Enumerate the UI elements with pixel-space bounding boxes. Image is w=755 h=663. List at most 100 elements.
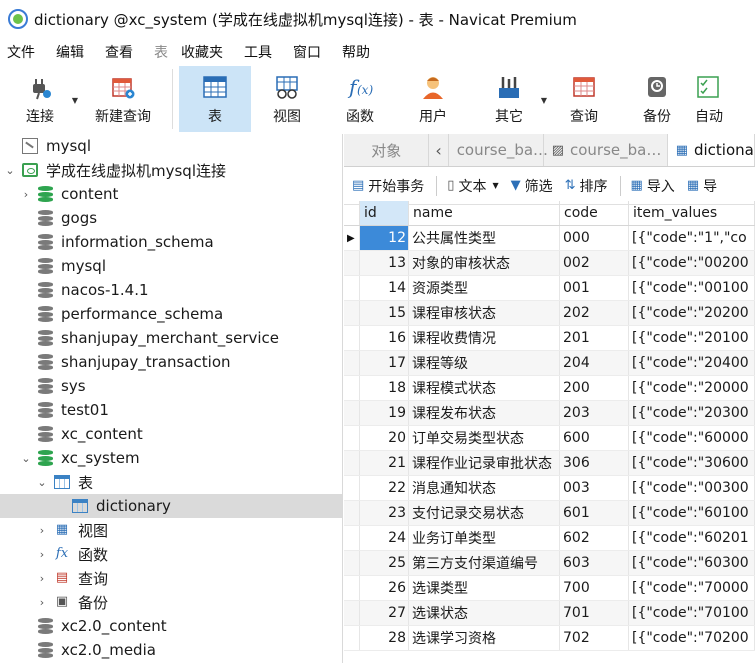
cell-code[interactable]: 202 [560, 301, 629, 325]
cell-id[interactable]: 27 [360, 601, 409, 625]
chevron-right-icon[interactable]: › [36, 548, 48, 561]
cell-name[interactable]: 对象的审核状态 [409, 251, 560, 275]
query-button[interactable]: 查询 [549, 66, 619, 132]
tab-course-base-2[interactable]: ▨ course_ba… [544, 134, 668, 166]
tree-item-database[interactable]: › content [0, 182, 342, 206]
table-row[interactable]: 17 课程等级 204 [{"code":"20400 [344, 351, 755, 376]
cell-name[interactable]: 课程审核状态 [409, 301, 560, 325]
tree-item-table-dictionary[interactable]: dictionary [0, 494, 342, 518]
cell-name[interactable]: 课程收费情况 [409, 326, 560, 350]
cell-id[interactable]: 12 [360, 226, 409, 250]
table-row[interactable]: 14 资源类型 001 [{"code":"00100 [344, 276, 755, 301]
tab-course-base-1[interactable]: course_ba… [449, 134, 548, 166]
cell-item-values[interactable]: [{"code":"60100 [629, 501, 755, 525]
cell-name[interactable]: 课程等级 [409, 351, 560, 375]
cell-id[interactable]: 24 [360, 526, 409, 550]
others-button[interactable]: 其它 ▼ [469, 66, 549, 132]
chevron-right-icon[interactable]: › [36, 572, 48, 585]
cell-name[interactable]: 第三方支付渠道编号 [409, 551, 560, 575]
cell-item-values[interactable]: [{"code":"60300 [629, 551, 755, 575]
cell-code[interactable]: 603 [560, 551, 629, 575]
cell-name[interactable]: 消息通知状态 [409, 476, 560, 500]
cell-name[interactable]: 课程发布状态 [409, 401, 560, 425]
menu-tools[interactable]: 工具 [237, 42, 286, 62]
table-row[interactable]: 26 选课类型 700 [{"code":"70000 [344, 576, 755, 601]
tree-item-views[interactable]: › ▦ 视图 [0, 518, 342, 542]
table-row[interactable]: 23 支付记录交易状态 601 [{"code":"60100 [344, 501, 755, 526]
cell-id[interactable]: 16 [360, 326, 409, 350]
new-query-button[interactable]: 新建查询 [80, 66, 166, 132]
table-row[interactable]: 18 课程模式状态 200 [{"code":"20000 [344, 376, 755, 401]
table-row[interactable]: 22 消息通知状态 003 [{"code":"00300 [344, 476, 755, 501]
cell-id[interactable]: 23 [360, 501, 409, 525]
cell-item-values[interactable]: [{"code":"60000 [629, 426, 755, 450]
cell-item-values[interactable]: [{"code":"60201 [629, 526, 755, 550]
import-button[interactable]: ▦ 导入 [631, 176, 675, 196]
cell-code[interactable]: 700 [560, 576, 629, 600]
chevron-down-icon[interactable]: ⌄ [20, 452, 32, 465]
chevron-right-icon[interactable]: › [36, 596, 48, 609]
cell-id[interactable]: 21 [360, 451, 409, 475]
cell-id[interactable]: 18 [360, 376, 409, 400]
cell-code[interactable]: 601 [560, 501, 629, 525]
chevron-down-icon[interactable]: ▼ [72, 96, 78, 105]
tree-item-database[interactable]: mysql [0, 254, 342, 278]
cell-code[interactable]: 002 [560, 251, 629, 275]
cell-item-values[interactable]: [{"code":"1","co [629, 226, 755, 250]
text-button[interactable]: ▯ 文本 ▼ [447, 176, 498, 196]
filter-button[interactable]: ▼ 筛选 [511, 176, 553, 196]
cell-id[interactable]: 14 [360, 276, 409, 300]
tree-item-database[interactable]: xc2.0_media [0, 638, 342, 662]
cell-name[interactable]: 资源类型 [409, 276, 560, 300]
tree-item-database[interactable]: shanjupay_merchant_service [0, 326, 342, 350]
tree-item-functions[interactable]: › fx 函数 [0, 542, 342, 566]
table-row[interactable]: 21 课程作业记录审批状态 306 [{"code":"30600 [344, 451, 755, 476]
cell-code[interactable]: 600 [560, 426, 629, 450]
cell-code[interactable]: 200 [560, 376, 629, 400]
column-header-code[interactable]: code [560, 201, 629, 225]
chevron-down-icon[interactable]: ▼ [541, 96, 547, 105]
cell-name[interactable]: 选课状态 [409, 601, 560, 625]
tab-dictionary[interactable]: ▦ dictionary [667, 134, 755, 166]
table-row[interactable]: 25 第三方支付渠道编号 603 [{"code":"60300 [344, 551, 755, 576]
column-header-item-values[interactable]: item_values [629, 201, 755, 225]
cell-item-values[interactable]: [{"code":"00300 [629, 476, 755, 500]
tree-item-database[interactable]: information_schema [0, 230, 342, 254]
tree-item-database[interactable]: xc2.0_content [0, 614, 342, 638]
chevron-down-icon[interactable]: ⌄ [4, 164, 16, 177]
table-row[interactable]: 20 订单交易类型状态 600 [{"code":"60000 [344, 426, 755, 451]
cell-item-values[interactable]: [{"code":"20400 [629, 351, 755, 375]
table-row[interactable]: 28 选课学习资格 702 [{"code":"70200 [344, 626, 755, 651]
cell-name[interactable]: 选课类型 [409, 576, 560, 600]
cell-code[interactable]: 602 [560, 526, 629, 550]
user-button[interactable]: 用户 [397, 66, 469, 132]
tree-item-database-xc-system[interactable]: ⌄ xc_system [0, 446, 342, 470]
cell-code[interactable]: 000 [560, 226, 629, 250]
tree-item-database[interactable]: xc_content [0, 422, 342, 446]
tree-item-mysql-connection[interactable]: mysql [0, 134, 342, 158]
export-button[interactable]: ▦ 导 [687, 176, 717, 196]
cell-id[interactable]: 15 [360, 301, 409, 325]
cell-code[interactable]: 702 [560, 626, 629, 650]
cell-name[interactable]: 订单交易类型状态 [409, 426, 560, 450]
cell-code[interactable]: 306 [560, 451, 629, 475]
cell-name[interactable]: 选课学习资格 [409, 626, 560, 650]
cell-item-values[interactable]: [{"code":"30600 [629, 451, 755, 475]
tab-objects[interactable]: 对象 [344, 134, 430, 166]
cell-item-values[interactable]: [{"code":"20000 [629, 376, 755, 400]
tree-item-queries[interactable]: › ▤ 查询 [0, 566, 342, 590]
sort-button[interactable]: ⇅ 排序 [565, 176, 608, 196]
chevron-right-icon[interactable]: › [36, 524, 48, 537]
column-header-name[interactable]: name [409, 201, 560, 225]
chevron-down-icon[interactable]: ⌄ [36, 476, 48, 489]
cell-name[interactable]: 课程作业记录审批状态 [409, 451, 560, 475]
cell-name[interactable]: 业务订单类型 [409, 526, 560, 550]
table-button[interactable]: 表 [179, 66, 251, 132]
cell-code[interactable]: 204 [560, 351, 629, 375]
cell-code[interactable]: 003 [560, 476, 629, 500]
table-row[interactable]: 27 选课状态 701 [{"code":"70100 [344, 601, 755, 626]
tree-item-tables[interactable]: ⌄ 表 [0, 470, 342, 494]
tree-item-xc-connection[interactable]: ⌄ 学成在线虚拟机mysql连接 [0, 158, 342, 182]
table-row[interactable]: 15 课程审核状态 202 [{"code":"20200 [344, 301, 755, 326]
cell-item-values[interactable]: [{"code":"00100 [629, 276, 755, 300]
